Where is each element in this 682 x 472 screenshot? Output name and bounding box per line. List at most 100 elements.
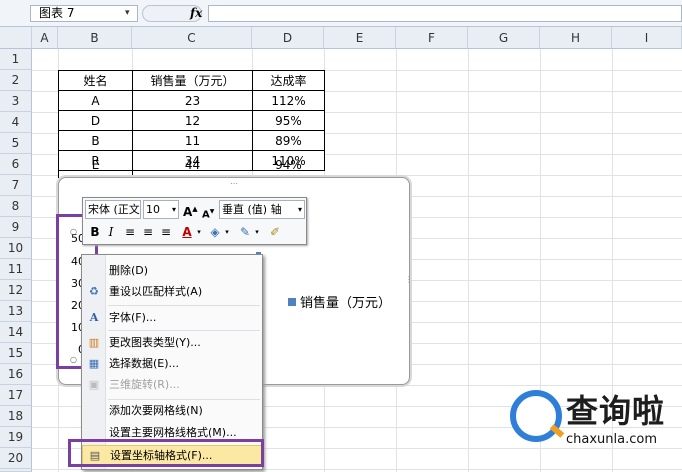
chevron-down-icon: ▾ [297, 205, 302, 214]
formula-input[interactable] [208, 5, 682, 22]
column-header-d[interactable]: D [252, 27, 324, 49]
font-size-field[interactable]: 10 ▾ [143, 200, 179, 219]
mini-toolbar: 宋体 (正文 10 ▾ A▲ A▼ 垂直 (值) 轴 ▾ B I ≡ ≡ ≡ A ▾… [82, 197, 307, 245]
context-menu: 删除(D) ♻ 重设以匹配样式(A) A 字体(F)... ▥ 更改图表类型(Y… [81, 254, 263, 470]
watermark-title: 查询啦 [566, 392, 666, 430]
select-all-corner[interactable] [0, 27, 32, 49]
column-header-h[interactable]: H [540, 27, 612, 49]
shrink-font-label: A [202, 209, 210, 221]
chevron-down-icon[interactable]: ▾ [253, 223, 261, 241]
menu-item-label: 添加次要网格线(N) [109, 404, 203, 417]
column-header-e[interactable]: E [324, 27, 396, 49]
menu-separator [108, 399, 260, 400]
table-header-name[interactable]: 姓名 [58, 70, 133, 91]
chart-element-value: 垂直 (值) 轴 [222, 203, 282, 216]
row-header[interactable]: 1 [0, 49, 32, 70]
menu-item-label: 设置主要网格线格式(M)... [109, 426, 237, 439]
table-header-sales[interactable]: 销售量（万元） [132, 70, 253, 91]
table-cell[interactable]: 23 [132, 90, 253, 111]
italic-button[interactable]: I [105, 223, 117, 241]
row-header[interactable]: 12 [0, 280, 32, 301]
bold-button[interactable]: B [87, 223, 103, 241]
column-header-g[interactable]: G [468, 27, 540, 49]
row-header[interactable]: 6 [0, 154, 32, 175]
row-header[interactable]: 15 [0, 343, 32, 364]
select-data-icon: ▦ [88, 357, 100, 370]
row-header[interactable]: 14 [0, 322, 32, 343]
row-header[interactable]: 16 [0, 364, 32, 385]
row-header[interactable]: 11 [0, 259, 32, 280]
column-header-b[interactable]: B [58, 27, 132, 49]
row-header[interactable]: 5 [0, 133, 32, 154]
grow-font-button[interactable]: A▲ [183, 200, 198, 222]
menu-item-reset-style[interactable]: ♻ 重设以匹配样式(A) [82, 282, 262, 302]
row-header[interactable]: 4 [0, 112, 32, 133]
chart-legend[interactable]: 销售量（万元） [288, 292, 391, 311]
table-cell[interactable]: 89% [252, 130, 325, 151]
menu-item-change-chart-type[interactable]: ▥ 更改图表类型(Y)... [82, 333, 262, 353]
row-header[interactable]: 19 [0, 427, 32, 448]
column-header-i[interactable]: I [612, 27, 682, 49]
row-header[interactable]: 3 [0, 91, 32, 112]
chart-type-icon: ▥ [88, 336, 100, 349]
chevron-down-icon[interactable]: ▾ [195, 223, 203, 241]
chart-element-selector[interactable]: 垂直 (值) 轴 ▾ [219, 200, 305, 219]
table-cell[interactable]: 11 [132, 130, 253, 151]
menu-item-select-data[interactable]: ▦ 选择数据(E)... [82, 354, 262, 374]
font-color-button[interactable]: A [179, 223, 195, 241]
row-header[interactable]: 10 [0, 238, 32, 259]
name-box-dropdown-icon[interactable]: ▾ [125, 5, 130, 22]
row-header[interactable]: 9 [0, 217, 32, 238]
menu-item-delete[interactable]: 删除(D) [82, 261, 262, 281]
align-left-icon[interactable]: ≡ [123, 223, 137, 241]
fill-color-icon[interactable]: ◈ [207, 223, 223, 241]
legend-color-key [288, 298, 296, 306]
table-cell[interactable]: D [58, 110, 133, 131]
reset-style-icon: ♻ [89, 285, 99, 298]
row-header[interactable]: 18 [0, 406, 32, 427]
table-header-rate[interactable]: 达成率 [252, 70, 325, 91]
table-cell[interactable]: 44 [132, 155, 253, 176]
font-name-field[interactable]: 宋体 (正文 [85, 200, 141, 219]
align-right-icon[interactable]: ≡ [159, 223, 173, 241]
table-cell[interactable]: E [58, 155, 133, 176]
watermark-logo-icon [510, 390, 562, 442]
menu-item-label: 三维旋转(R)... [109, 378, 180, 391]
font-icon: A [89, 311, 99, 324]
row-header[interactable]: 8 [0, 196, 32, 217]
legend-label: 销售量（万元） [300, 296, 392, 311]
format-painter-icon[interactable]: ✐ [267, 223, 283, 241]
row-header[interactable]: 7 [0, 175, 32, 196]
insert-function-icon[interactable]: fx [190, 5, 202, 22]
menu-item-add-minor-gridlines[interactable]: 添加次要网格线(N) [82, 401, 262, 421]
table-cell[interactable]: A [58, 90, 133, 111]
outline-color-icon[interactable]: ✎ [237, 223, 253, 241]
table-cell[interactable]: 94% [252, 155, 325, 176]
row-header[interactable]: 13 [0, 301, 32, 322]
table-cell[interactable]: 12 [132, 110, 253, 131]
align-center-icon[interactable]: ≡ [141, 223, 155, 241]
font-size-value: 10 [146, 203, 160, 216]
column-header-c[interactable]: C [132, 27, 252, 49]
column-header-a[interactable]: A [32, 27, 58, 49]
menu-item-label: 选择数据(E)... [109, 357, 180, 370]
name-box[interactable]: 图表 7 [30, 5, 138, 22]
watermark-site: chaxunla.com [566, 432, 657, 447]
shrink-font-button[interactable]: A▼ [202, 202, 214, 224]
row-header[interactable]: 2 [0, 70, 32, 91]
menu-separator [108, 330, 260, 331]
row-header[interactable]: 20 [0, 448, 32, 469]
chevron-down-icon: ▾ [171, 205, 176, 214]
row-header[interactable]: 17 [0, 385, 32, 406]
table-cell[interactable]: B [58, 130, 133, 151]
menu-item-label: 重设以匹配样式(A) [109, 285, 203, 298]
table-cell[interactable]: 112% [252, 90, 325, 111]
column-header-f[interactable]: F [396, 27, 468, 49]
table-cell[interactable]: 95% [252, 110, 325, 131]
resize-handle[interactable]: ⋯ [230, 180, 238, 188]
menu-item-font[interactable]: A 字体(F)... [82, 308, 262, 328]
resize-handle[interactable]: ⋮ [405, 276, 413, 284]
chevron-down-icon[interactable]: ▾ [223, 223, 231, 241]
menu-highlight-box [68, 439, 264, 467]
menu-item-3d-rotation[interactable]: ▣ 三维旋转(R)... [82, 375, 262, 395]
